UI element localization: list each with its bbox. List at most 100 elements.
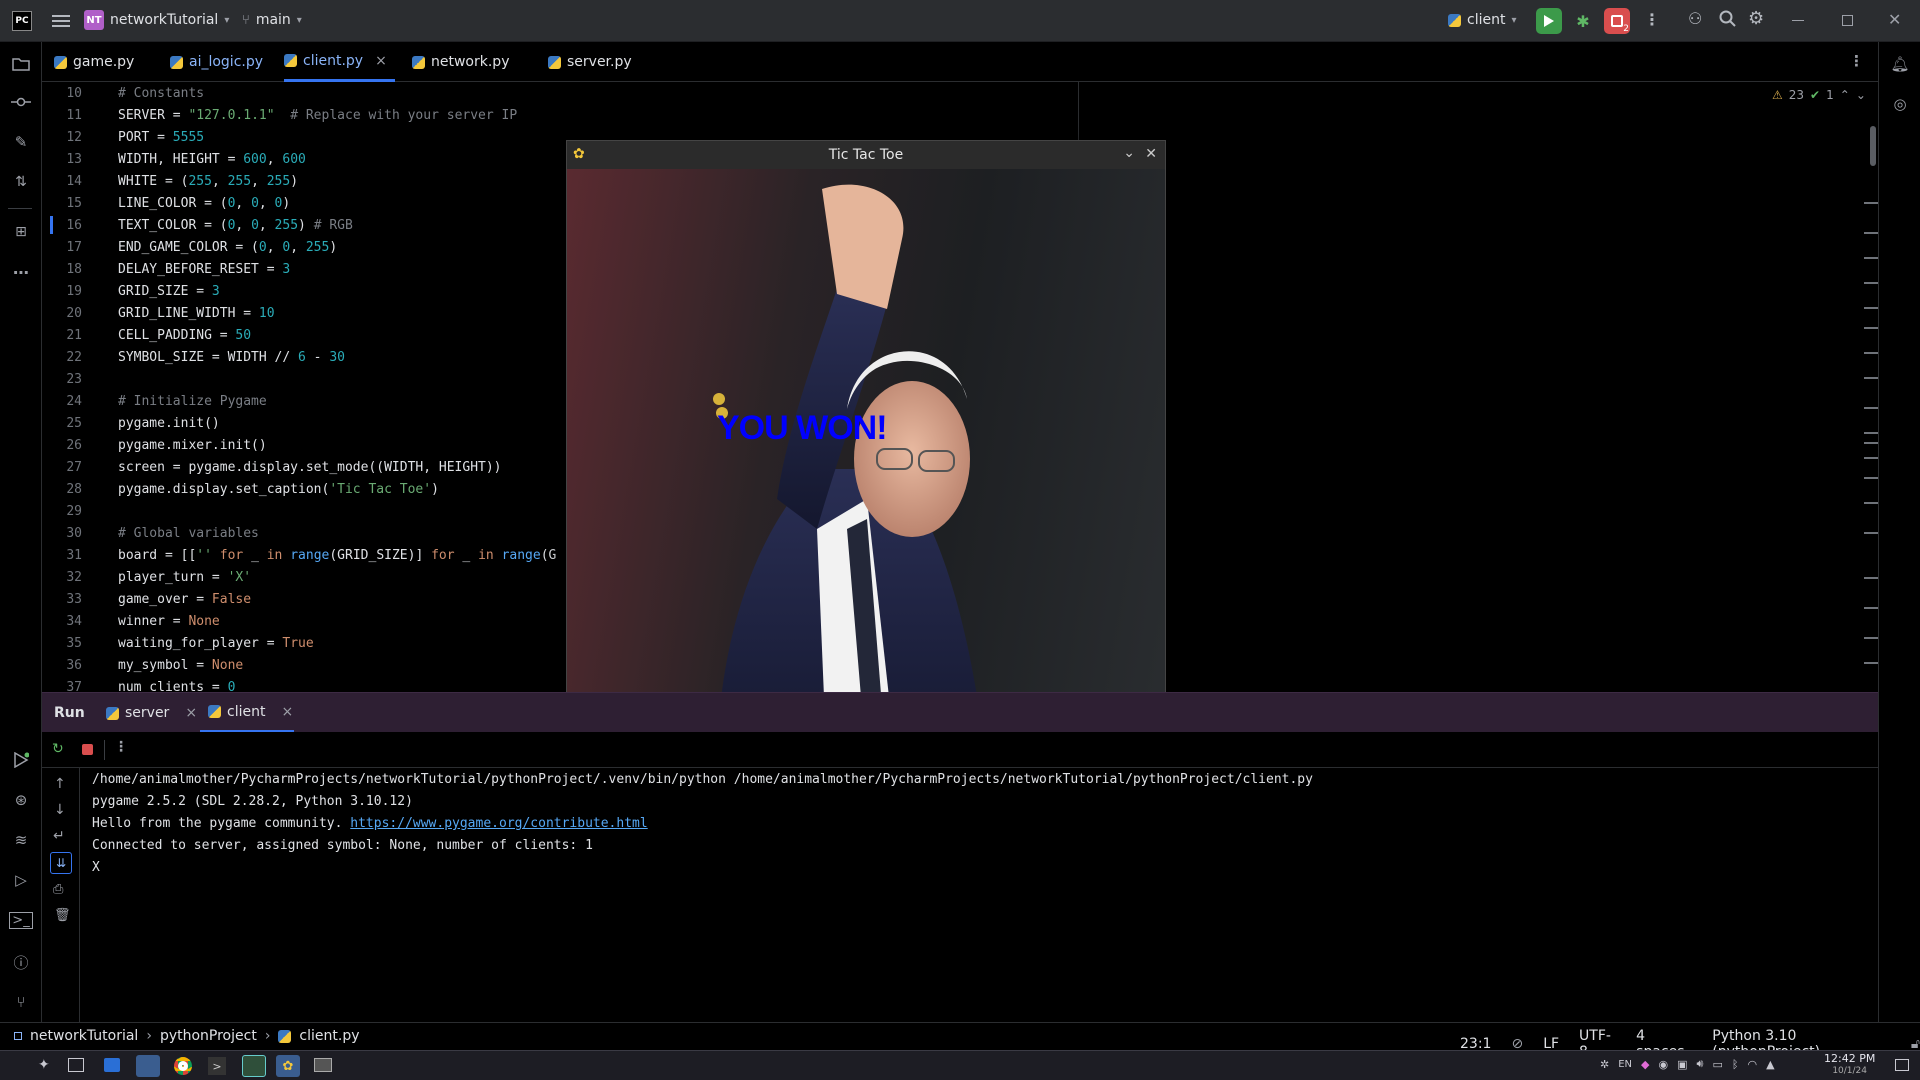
restore-button[interactable] [1842,15,1853,26]
code-line[interactable]: CELL_PADDING = 50 [118,328,251,343]
stripe-marker[interactable] [1864,432,1878,434]
tab-client-py[interactable]: client.py × [284,42,395,82]
start-menu-icon[interactable]: ✦ [38,1057,50,1073]
breadcrumb-item[interactable]: client.py [299,1028,359,1044]
code-line[interactable]: pygame.display.set_caption('Tic Tac Toe'… [118,482,439,497]
ai-assistant-icon[interactable]: ◎ [1888,92,1912,116]
stripe-marker[interactable] [1864,637,1878,639]
code-line[interactable]: game_over = False [118,592,251,607]
task-view-icon[interactable] [68,1058,84,1072]
tab-game-py[interactable]: game.py [54,42,134,82]
stripe-marker[interactable] [1864,442,1878,444]
close-tab-icon[interactable]: × [281,704,293,720]
terminal-icon[interactable]: >_ [9,908,33,932]
code-line[interactable]: board = [['' for _ in range(GRID_SIZE)] … [118,548,556,563]
stop-icon[interactable] [82,744,93,755]
search-icon[interactable] [1719,10,1737,32]
commit-icon[interactable] [9,90,33,114]
stripe-marker[interactable] [1864,577,1878,579]
stripe-marker[interactable] [1864,282,1878,284]
code-line[interactable]: SYMBOL_SIZE = WIDTH // 6 - 30 [118,350,345,365]
pull-requests-icon[interactable]: ⇅ [9,170,33,194]
tab-server-py[interactable]: server.py [548,42,632,82]
code-line[interactable]: pygame.mixer.init() [118,438,267,453]
tab-ai-logic-py[interactable]: ai_logic.py [170,42,263,82]
code-line[interactable]: my_symbol = None [118,658,243,673]
more-actions-icon[interactable]: ⋮ [1644,10,1660,29]
services-icon[interactable]: ▷ [9,868,33,892]
stripe-marker[interactable] [1864,257,1878,259]
stripe-marker[interactable] [1864,502,1878,504]
code-line[interactable]: DELAY_BEFORE_RESET = 3 [118,262,290,277]
gear-icon[interactable]: ⚙ [1748,8,1764,29]
scroll-to-end-icon[interactable]: ⇊ [50,852,72,874]
code-line[interactable]: WIDTH, HEIGHT = 600, 600 [118,152,306,167]
stripe-marker[interactable] [1864,377,1878,379]
game-canvas[interactable]: YOU WON! [567,169,1165,769]
app-store-icon[interactable] [104,1058,120,1072]
game-window[interactable]: ✿ Tic Tac Toe ⌄ ✕ YOU WON! [566,140,1166,770]
project-widget[interactable]: NT networkTutorial ▾ [84,10,229,30]
file-manager-icon[interactable] [136,1055,160,1077]
clipboard-tray-icon[interactable]: ▣ [1677,1058,1687,1071]
code-line[interactable]: # Constants [118,86,204,101]
notifications-icon[interactable]: 🔔︎ [1888,52,1912,76]
code-line[interactable]: waiting_for_player = True [118,636,314,651]
chevron-up-icon[interactable]: ⌃ [1840,88,1850,102]
screen-app-icon[interactable] [314,1058,332,1072]
pycharm-app-icon[interactable] [242,1055,266,1077]
color-tray-icon[interactable]: ◆ [1641,1058,1649,1071]
more-tools-icon[interactable]: ⋯ [9,260,33,284]
run-tool-icon[interactable] [9,748,33,772]
tabs-more-icon[interactable]: ⋮ [1849,52,1864,70]
layers-icon[interactable]: ≋ [9,828,33,852]
settings-tray-icon[interactable]: ✲ [1600,1058,1609,1071]
battery-icon[interactable]: ▭ [1712,1058,1722,1071]
close-window-button[interactable]: ✕ [1888,10,1901,29]
code-line[interactable]: END_GAME_COLOR = (0, 0, 255) [118,240,337,255]
print-icon[interactable]: ⎙ [53,882,63,897]
stripe-marker[interactable] [1864,477,1878,479]
stripe-marker[interactable] [1864,352,1878,354]
add-user-icon[interactable]: ⚇ [1688,9,1702,28]
inspection-widget[interactable]: ⚠ 23 ✔ 1 ⌃ ⌄ [1772,88,1866,102]
trash-icon[interactable]: 🗑︎ [54,908,71,923]
stripe-marker[interactable] [1864,327,1878,329]
code-line[interactable]: SERVER = "127.0.1.1" # Replace with your… [118,108,517,123]
run-tab-server[interactable]: server × [106,693,197,733]
code-line[interactable]: # Global variables [118,526,259,541]
rerun-icon[interactable]: ↻ [52,741,64,757]
stripe-marker[interactable] [1864,532,1878,534]
arrow-down-icon[interactable]: ↓ [54,802,66,818]
close-tab-icon[interactable]: × [185,705,197,721]
volume-icon[interactable]: 🔊︎ [1697,1057,1704,1071]
code-line[interactable]: LINE_COLOR = (0, 0, 0) [118,196,290,211]
structure-icon[interactable]: ⊞ [9,220,33,244]
chrome-icon[interactable] [174,1057,192,1075]
console-output[interactable]: /home/animalmother/PycharmProjects/netwo… [80,768,1878,1022]
branch-widget[interactable]: ⑂ main ▾ [242,12,302,28]
folder-icon[interactable] [9,52,33,76]
python-console-icon[interactable]: ✎ [9,130,33,154]
more-icon[interactable]: ⋮ [114,739,128,755]
run-tab-client[interactable]: client × [200,693,294,733]
code-line[interactable]: WHITE = (255, 255, 255) [118,174,298,189]
python-packages-icon[interactable]: ⊛ [9,788,33,812]
run-config-selector[interactable]: client ▾ [1448,12,1516,28]
game-window-titlebar[interactable]: ✿ Tic Tac Toe ⌄ ✕ [567,141,1165,169]
code-line[interactable]: GRID_SIZE = 3 [118,284,220,299]
stripe-marker[interactable] [1864,407,1878,409]
code-line[interactable]: GRID_LINE_WIDTH = 10 [118,306,275,321]
close-tab-icon[interactable]: × [375,53,387,69]
breadcrumb-item[interactable]: networkTutorial [30,1028,138,1044]
code-line[interactable]: TEXT_COLOR = (0, 0, 255) # RGB [118,218,353,233]
main-menu-icon[interactable] [50,10,72,32]
clock[interactable]: 12:42 PM 10/1/24 [1824,1053,1875,1077]
breadcrumb-item[interactable]: pythonProject [160,1028,257,1044]
expand-tray-icon[interactable]: ▲ [1766,1058,1774,1071]
problems-icon[interactable]: ⓘ [9,950,33,974]
stripe-marker[interactable] [1864,307,1878,309]
tab-network-py[interactable]: network.py [412,42,509,82]
close-icon[interactable]: ✕ [1145,146,1157,162]
minimize-button[interactable] [1792,20,1804,21]
